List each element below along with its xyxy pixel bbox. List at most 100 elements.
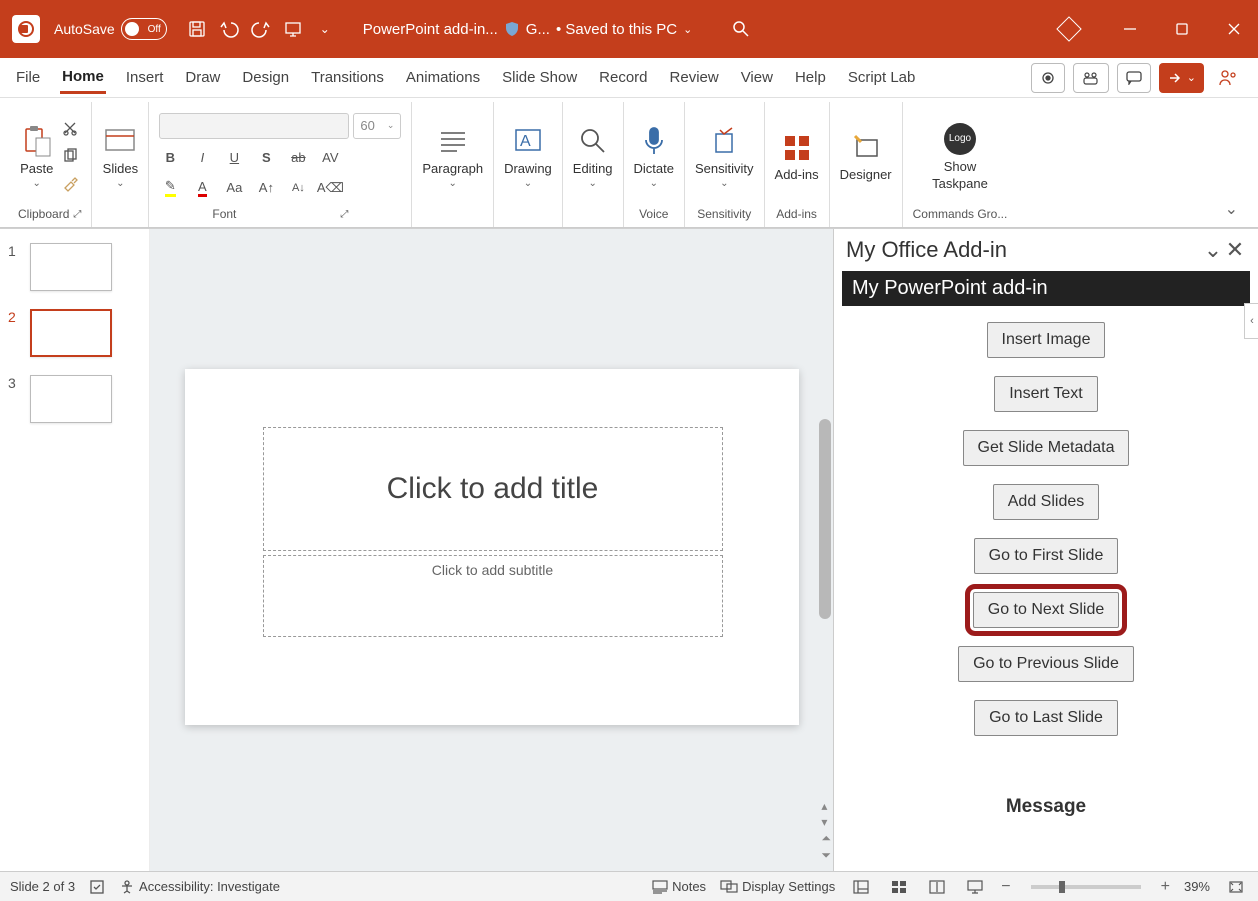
close-button[interactable] [1222, 17, 1246, 41]
tab-design[interactable]: Design [240, 63, 291, 92]
camera-button[interactable] [1031, 63, 1065, 93]
collapse-ribbon-icon[interactable]: ⌄ [1213, 191, 1250, 227]
accessibility-status[interactable]: Accessibility: Investigate [119, 879, 280, 895]
slide-editor[interactable]: Click to add title Click to add subtitle… [150, 229, 833, 871]
insert-image-button[interactable]: Insert Image [987, 322, 1106, 358]
insert-text-button[interactable]: Insert Text [994, 376, 1098, 412]
dialog-launcher-icon[interactable]: ⤢ [340, 209, 348, 220]
nav-prev-icon[interactable]: ⏶ [821, 831, 831, 846]
character-spacing-button[interactable]: AV [319, 147, 341, 169]
search-icon[interactable] [732, 20, 750, 38]
tab-review[interactable]: Review [668, 63, 721, 92]
bold-button[interactable]: B [159, 147, 181, 169]
shadow-button[interactable]: S [255, 147, 277, 169]
dialog-launcher-icon[interactable]: ⤢ [73, 209, 81, 220]
tab-animations[interactable]: Animations [404, 63, 482, 92]
add-slides-button[interactable]: Add Slides [993, 484, 1100, 520]
zoom-out-icon[interactable]: − [1001, 878, 1010, 896]
taskpane-expand-icon[interactable]: ‹ [1244, 303, 1258, 339]
paragraph-button[interactable]: Paragraph ⌄ [422, 123, 483, 189]
font-family-select[interactable] [159, 113, 349, 139]
show-taskpane-button[interactable]: Logo Show Taskpane [932, 121, 988, 191]
editing-button[interactable]: Editing ⌄ [573, 123, 613, 189]
slide-canvas[interactable]: Click to add title Click to add subtitle [185, 369, 799, 725]
strikethrough-button[interactable]: ab [287, 147, 309, 169]
reading-view-icon[interactable] [925, 877, 949, 897]
collab-icon[interactable] [1212, 69, 1244, 87]
zoom-level[interactable]: 39% [1184, 879, 1210, 894]
tab-help[interactable]: Help [793, 63, 828, 92]
clear-format-button[interactable]: A⌫ [319, 177, 341, 199]
slideshow-view-icon[interactable] [963, 877, 987, 897]
grow-font-button[interactable]: A↑ [255, 177, 277, 199]
zoom-in-icon[interactable]: + [1161, 878, 1170, 896]
underline-button[interactable]: U [223, 147, 245, 169]
sorter-view-icon[interactable] [887, 877, 911, 897]
teams-button[interactable] [1073, 63, 1109, 93]
save-icon[interactable] [187, 19, 207, 39]
thumbnail-3[interactable]: 3 [8, 375, 141, 423]
redo-icon[interactable] [251, 19, 271, 39]
dictate-button[interactable]: Dictate ⌄ [634, 123, 674, 189]
slides-button[interactable]: Slides ⌄ [102, 123, 138, 189]
tab-file[interactable]: File [14, 63, 42, 92]
tab-home[interactable]: Home [60, 62, 106, 94]
tab-insert[interactable]: Insert [124, 63, 166, 92]
font-size-select[interactable]: 60⌄ [353, 113, 401, 139]
taskpane-close-icon[interactable]: ✕ [1224, 237, 1246, 263]
spellcheck-icon[interactable] [89, 879, 105, 895]
format-painter-icon[interactable] [59, 173, 81, 195]
designer-button[interactable]: Designer [840, 129, 892, 182]
tab-draw[interactable]: Draw [183, 63, 222, 92]
vertical-scrollbar[interactable] [819, 419, 831, 619]
document-name[interactable]: PowerPoint add-in... [363, 21, 498, 38]
taskpane-menu-icon[interactable]: ⌄ [1202, 237, 1224, 263]
present-icon[interactable] [283, 19, 303, 39]
get-metadata-button[interactable]: Get Slide Metadata [963, 430, 1130, 466]
tab-view[interactable]: View [739, 63, 775, 92]
highlight-button[interactable]: ✎ [159, 177, 181, 199]
thumbnail-2[interactable]: 2 [8, 309, 141, 357]
maximize-button[interactable] [1170, 17, 1194, 41]
tab-transitions[interactable]: Transitions [309, 63, 386, 92]
minimize-button[interactable] [1118, 17, 1142, 41]
autosave-toggle[interactable]: AutoSave Off [54, 18, 167, 40]
goto-last-button[interactable]: Go to Last Slide [974, 700, 1118, 736]
copy-icon[interactable] [59, 145, 81, 167]
nav-down-icon[interactable]: ▾ [821, 815, 831, 829]
addins-button[interactable]: Add-ins [775, 129, 819, 182]
goto-prev-button[interactable]: Go to Previous Slide [958, 646, 1134, 682]
share-button[interactable]: ⌄ [1159, 63, 1204, 93]
notes-button[interactable]: Notes [652, 879, 706, 894]
display-settings-button[interactable]: Display Settings [720, 879, 835, 894]
italic-button[interactable]: I [191, 147, 213, 169]
cut-icon[interactable] [59, 117, 81, 139]
slide-counter[interactable]: Slide 2 of 3 [10, 879, 75, 894]
qat-more-icon[interactable]: ⌄ [315, 19, 335, 39]
fit-window-icon[interactable] [1224, 877, 1248, 897]
nav-next-icon[interactable]: ⏷ [821, 848, 831, 863]
toggle-switch[interactable]: Off [121, 18, 167, 40]
goto-first-button[interactable]: Go to First Slide [974, 538, 1119, 574]
tab-slideshow[interactable]: Slide Show [500, 63, 579, 92]
font-color-button[interactable]: A [191, 177, 213, 199]
shrink-font-button[interactable]: A↓ [287, 177, 309, 199]
sensitivity-button[interactable]: Sensitivity ⌄ [695, 123, 754, 189]
saved-status[interactable]: • Saved to this PC [556, 21, 677, 38]
saved-chevron-icon[interactable]: ⌄ [683, 23, 692, 36]
thumbnail-1[interactable]: 1 [8, 243, 141, 291]
normal-view-icon[interactable] [849, 877, 873, 897]
zoom-slider[interactable] [1031, 885, 1141, 889]
comments-button[interactable] [1117, 63, 1151, 93]
title-placeholder[interactable]: Click to add title [263, 427, 723, 551]
tab-scriptlab[interactable]: Script Lab [846, 63, 918, 92]
subtitle-placeholder[interactable]: Click to add subtitle [263, 555, 723, 637]
premium-icon[interactable] [1060, 20, 1078, 38]
change-case-button[interactable]: Aa [223, 177, 245, 199]
goto-next-button[interactable]: Go to Next Slide [973, 592, 1120, 628]
nav-up-icon[interactable]: ▴ [821, 799, 831, 813]
tab-record[interactable]: Record [597, 63, 649, 92]
undo-icon[interactable] [219, 19, 239, 39]
drawing-button[interactable]: A Drawing ⌄ [504, 123, 552, 189]
paste-button[interactable]: Paste ⌄ [19, 123, 55, 189]
